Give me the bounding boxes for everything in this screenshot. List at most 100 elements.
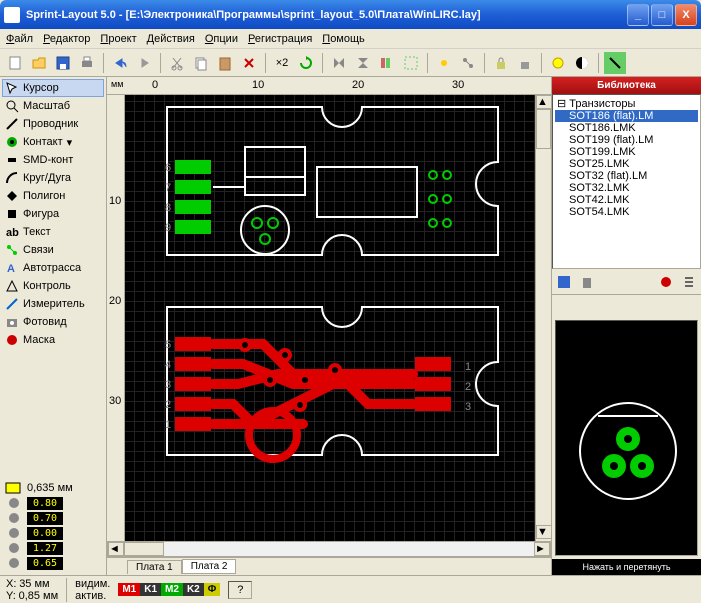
svg-text:5: 5: [165, 339, 171, 351]
tool-zoom[interactable]: Масштаб: [2, 97, 104, 115]
cut-icon[interactable]: [166, 52, 188, 74]
tab-1[interactable]: Плата 2: [182, 559, 237, 574]
lib-item[interactable]: SOT199.LMK: [555, 146, 698, 158]
tool-auto[interactable]: AАвтотрасса: [2, 259, 104, 277]
minimize-button[interactable]: _: [627, 4, 649, 26]
lib-delete-icon[interactable]: [577, 272, 597, 292]
lib-settings-icon[interactable]: [679, 272, 699, 292]
svg-text:2: 2: [465, 381, 471, 393]
lib-item[interactable]: SOT32.LMK: [555, 182, 698, 194]
prop-p[interactable]: 1.27: [4, 541, 102, 555]
svg-text:4: 4: [165, 359, 171, 371]
tool-poly[interactable]: Полигон: [2, 187, 104, 205]
library-title: Библиотека: [552, 77, 701, 94]
tool-arc[interactable]: Круг/Дуга: [2, 169, 104, 187]
snap-icon[interactable]: [433, 52, 455, 74]
menu-Действия[interactable]: Действия: [147, 33, 195, 45]
svg-text:7: 7: [165, 182, 171, 194]
svg-text:8: 8: [165, 202, 171, 214]
menu-Файл[interactable]: Файл: [6, 33, 33, 45]
open-icon[interactable]: [28, 52, 50, 74]
tool-smd[interactable]: SMD-конт: [2, 151, 104, 169]
lock-icon[interactable]: [490, 52, 512, 74]
duplicate-icon[interactable]: ×2: [271, 52, 293, 74]
unlock-icon[interactable]: [514, 52, 536, 74]
tool-shape[interactable]: Фигура: [2, 205, 104, 223]
lib-item[interactable]: SOT186 (flat).LM: [555, 110, 698, 122]
redo-icon[interactable]: [133, 52, 155, 74]
component-preview[interactable]: [555, 320, 698, 556]
svg-text:1: 1: [465, 361, 471, 373]
svg-text:1: 1: [165, 419, 171, 431]
app-icon: [4, 7, 20, 23]
rotate-icon[interactable]: [295, 52, 317, 74]
lib-item[interactable]: SOT54.LMK: [555, 206, 698, 218]
tool-cursor[interactable]: Курсор: [2, 79, 104, 97]
layer-toggle-icon[interactable]: [604, 52, 626, 74]
svg-text:ab|: ab|: [6, 227, 19, 239]
tool-panel: КурсорМасштабПроводникКонтакт ▾SMD-контК…: [0, 77, 107, 575]
tool-track[interactable]: Проводник: [2, 115, 104, 133]
menu-Проект[interactable]: Проект: [100, 33, 136, 45]
tool-text[interactable]: ab|Текст: [2, 223, 104, 241]
lib-item[interactable]: SOT42.LMK: [555, 194, 698, 206]
layer-М2[interactable]: М2: [161, 583, 183, 596]
prop-h[interactable]: 0.70: [4, 511, 102, 525]
prop-s[interactable]: 0.65: [4, 556, 102, 570]
mirror-h-icon[interactable]: [328, 52, 350, 74]
svg-text:3: 3: [465, 401, 471, 413]
lib-item[interactable]: SOT186.LMK: [555, 122, 698, 134]
layer-K1[interactable]: K1: [140, 583, 161, 596]
mirror-v-icon[interactable]: [352, 52, 374, 74]
layer-Ф[interactable]: Ф: [204, 583, 221, 596]
tool-mask[interactable]: Маска: [2, 331, 104, 349]
new-icon[interactable]: [4, 52, 26, 74]
view-icon[interactable]: [547, 52, 569, 74]
tool-photo[interactable]: Фотовид: [2, 313, 104, 331]
preview-hint: Нажать и перетянуть: [552, 559, 701, 575]
lib-save-icon[interactable]: [554, 272, 574, 292]
board-tabs: Плата 1Плата 2: [107, 557, 551, 575]
lib-record-icon[interactable]: [656, 272, 676, 292]
tool-measure[interactable]: Измеритель: [2, 295, 104, 313]
undo-icon[interactable]: [109, 52, 131, 74]
copy-icon[interactable]: [190, 52, 212, 74]
svg-text:6: 6: [165, 162, 171, 174]
svg-text:2: 2: [165, 399, 171, 411]
pcb-canvas[interactable]: 6 7 8 9: [125, 95, 535, 541]
menu-Редактор[interactable]: Редактор: [43, 33, 90, 45]
ruler-vertical: 10 20 30: [107, 95, 125, 541]
svg-text:A: A: [7, 263, 15, 275]
contrast-icon[interactable]: [571, 52, 593, 74]
paste-icon[interactable]: [214, 52, 236, 74]
tool-drc[interactable]: Контроль: [2, 277, 104, 295]
layer-М1[interactable]: М1: [118, 583, 140, 596]
library-panel: Библиотека ⊟ ТранзисторыSOT186 (flat).LM…: [551, 77, 701, 575]
grid-value: 0,635 мм: [27, 482, 73, 494]
connect-icon[interactable]: [457, 52, 479, 74]
align-icon[interactable]: [376, 52, 398, 74]
group-icon[interactable]: [400, 52, 422, 74]
menu-Помощь[interactable]: Помощь: [322, 33, 365, 45]
vscrollbar[interactable]: ▲▼: [535, 95, 551, 541]
layer-K2[interactable]: K2: [183, 583, 204, 596]
delete-icon[interactable]: [238, 52, 260, 74]
status-bar: X: 35 мм Y: 0,85 мм видим.актив. М1K1М2K…: [0, 575, 701, 603]
lib-item[interactable]: SOT25.LMK: [555, 158, 698, 170]
prop-w[interactable]: 0.80: [4, 496, 102, 510]
hscrollbar[interactable]: ◄►: [107, 541, 551, 557]
maximize-button[interactable]: □: [651, 4, 673, 26]
print-icon[interactable]: [76, 52, 98, 74]
ruler-horizontal: мм 0 10 20 30: [107, 77, 551, 95]
menu-Опции[interactable]: Опции: [205, 33, 238, 45]
library-tree[interactable]: ⊟ ТранзисторыSOT186 (flat).LMSOT186.LMKS…: [552, 94, 701, 269]
tab-0[interactable]: Плата 1: [127, 560, 182, 574]
prop-d[interactable]: 0.00: [4, 526, 102, 540]
tool-pad[interactable]: Контакт ▾: [2, 133, 104, 151]
save-icon[interactable]: [52, 52, 74, 74]
lib-item[interactable]: SOT199 (flat).LM: [555, 134, 698, 146]
close-button[interactable]: X: [675, 4, 697, 26]
menu-Регистрация[interactable]: Регистрация: [248, 33, 312, 45]
tool-conn[interactable]: Связи: [2, 241, 104, 259]
lib-item[interactable]: SOT32 (flat).LM: [555, 170, 698, 182]
